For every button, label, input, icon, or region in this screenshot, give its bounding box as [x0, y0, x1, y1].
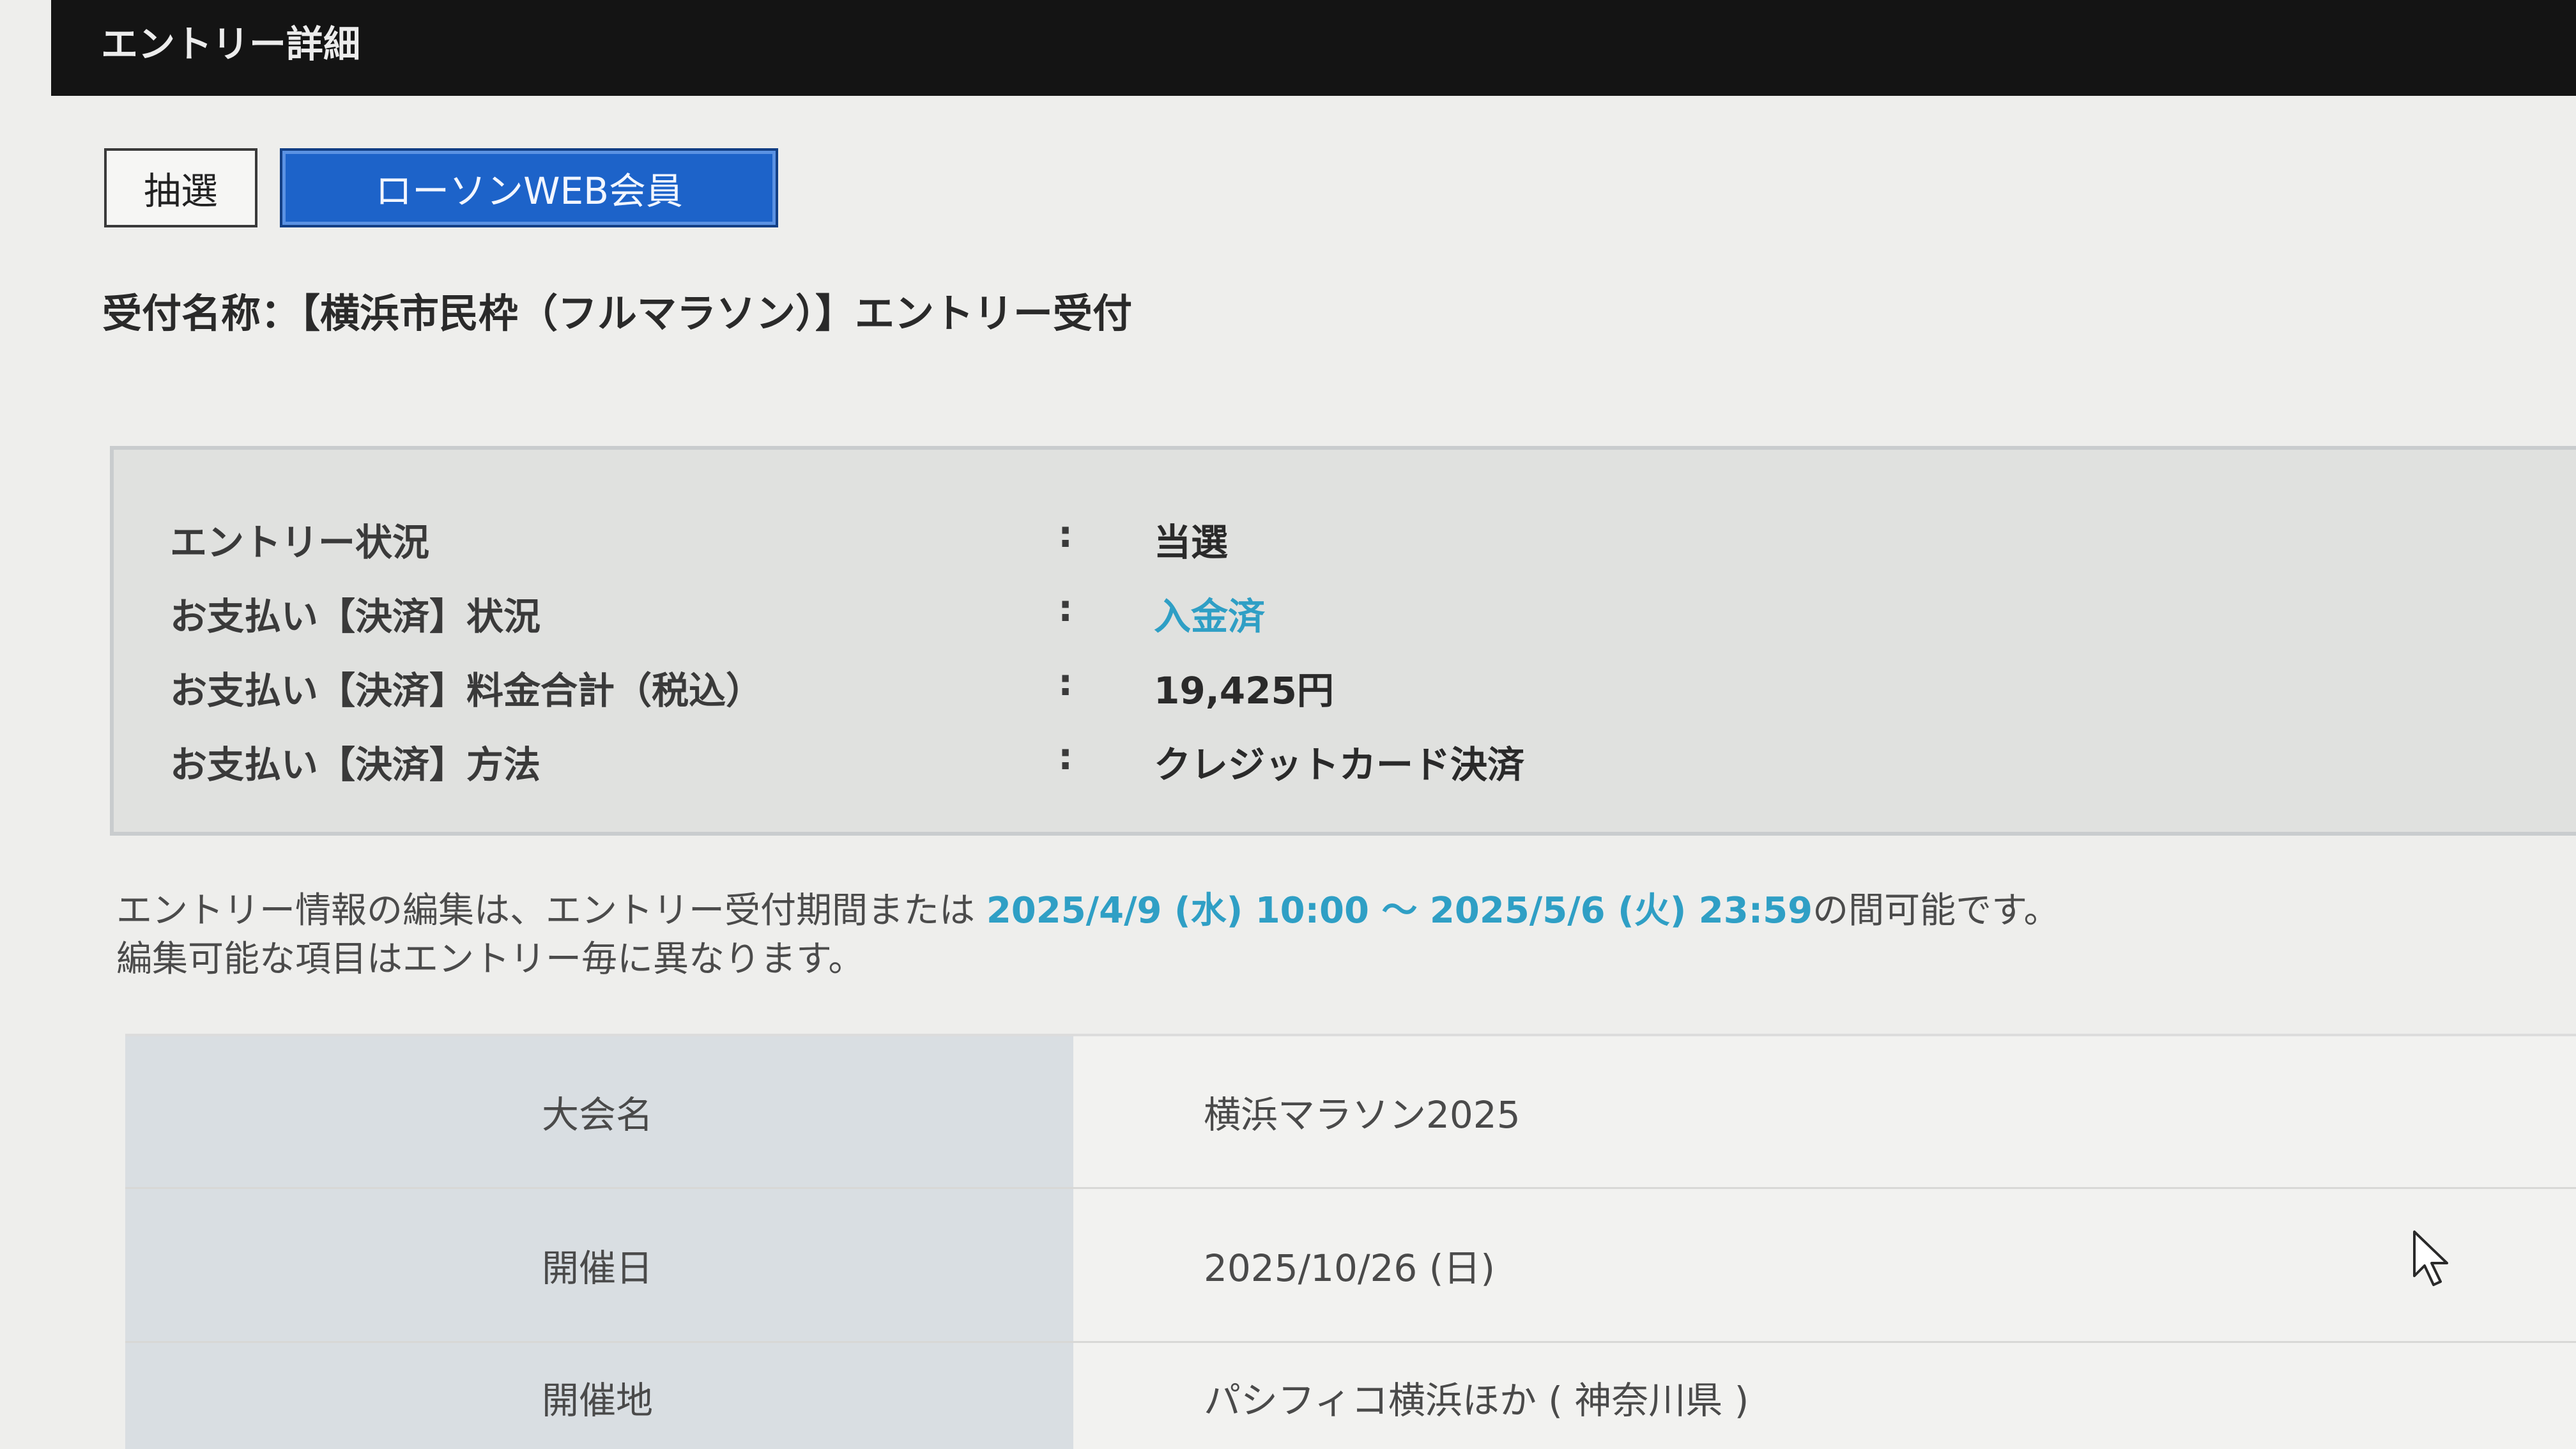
status-value: 当選 — [1154, 521, 1229, 564]
detail-key: 開催地 — [542, 1379, 654, 1422]
edit-period-notice: エントリー情報の編集は、エントリー受付期間または 2025/4/9 (水) 10… — [116, 887, 2059, 984]
tab-lottery[interactable]: 抽選 — [104, 148, 257, 227]
detail-value: パシフィコ横浜ほか ( 神奈川県 ) — [1204, 1379, 1749, 1422]
status-row-payment-total: お支払い【決済】料金合計（税込） : 19,425円 — [170, 661, 2534, 712]
mouse-pointer-icon — [2413, 1230, 2448, 1286]
detail-key: 大会名 — [542, 1093, 654, 1137]
status-label: お支払い【決済】料金合計（税込） — [170, 669, 763, 712]
status-label: エントリー状況 — [170, 521, 430, 564]
payment-status-link[interactable]: 入金済 — [1154, 586, 1265, 640]
status-colon: : — [1058, 512, 1073, 556]
status-colon: : — [1058, 586, 1073, 630]
status-row-payment-status: お支払い【決済】状況 : 入金済 — [170, 586, 2534, 638]
status-row-entry-status: エントリー状況 : 当選 — [170, 512, 2534, 564]
table-row: 開催日 2025/10/26 (日) — [125, 1189, 2576, 1343]
table-row: 大会名 横浜マラソン2025 — [125, 1036, 2576, 1189]
page-title: エントリー詳細 — [101, 22, 361, 66]
entry-status-box: エントリー状況 : 当選 お支払い【決済】状況 : 入金済 お支払い【決済】料金… — [110, 446, 2576, 836]
notice-line-2: 編集可能な項目はエントリー毎に異なります。 — [116, 939, 864, 980]
entry-period: 2025/4/9 (水) 10:00 ～ 2025/5/6 (火) 23:59 — [986, 890, 1813, 931]
status-colon: : — [1058, 735, 1073, 778]
status-colon: : — [1058, 661, 1073, 704]
entry-detail-page: エントリー詳細 抽選 ローソンWEB会員 受付名称：【横浜市民枠（フルマラソン）… — [0, 0, 2576, 1449]
notice-suffix: の間可能です。 — [1813, 890, 2060, 931]
notice-line-1: エントリー情報の編集は、エントリー受付期間または 2025/4/9 (水) 10… — [116, 887, 2059, 935]
reception-title: 受付名称：【横浜市民枠（フルマラソン）】エントリー受付 — [102, 290, 1133, 337]
status-row-payment-method: お支払い【決済】方法 : クレジットカード決済 — [170, 735, 2534, 786]
detail-value: 横浜マラソン2025 — [1204, 1093, 1521, 1137]
status-value: クレジットカード決済 — [1154, 743, 1525, 786]
event-detail-table: 大会名 横浜マラソン2025 開催日 2025/10/26 (日) 開催地 パシ… — [125, 1034, 2576, 1449]
status-label: お支払い【決済】方法 — [170, 743, 541, 786]
notice-prefix: エントリー情報の編集は、エントリー受付期間または — [116, 890, 986, 931]
status-value: 19,425円 — [1154, 669, 1334, 712]
status-label: お支払い【決済】状況 — [170, 595, 541, 638]
detail-value: 2025/10/26 (日) — [1204, 1246, 1495, 1290]
tab-lawson-web-member[interactable]: ローソンWEB会員 — [280, 148, 778, 227]
table-row: 開催地 パシフィコ横浜ほか ( 神奈川県 ) — [125, 1343, 2576, 1449]
header-bar: エントリー詳細 — [51, 0, 2576, 96]
detail-key: 開催日 — [542, 1246, 654, 1290]
